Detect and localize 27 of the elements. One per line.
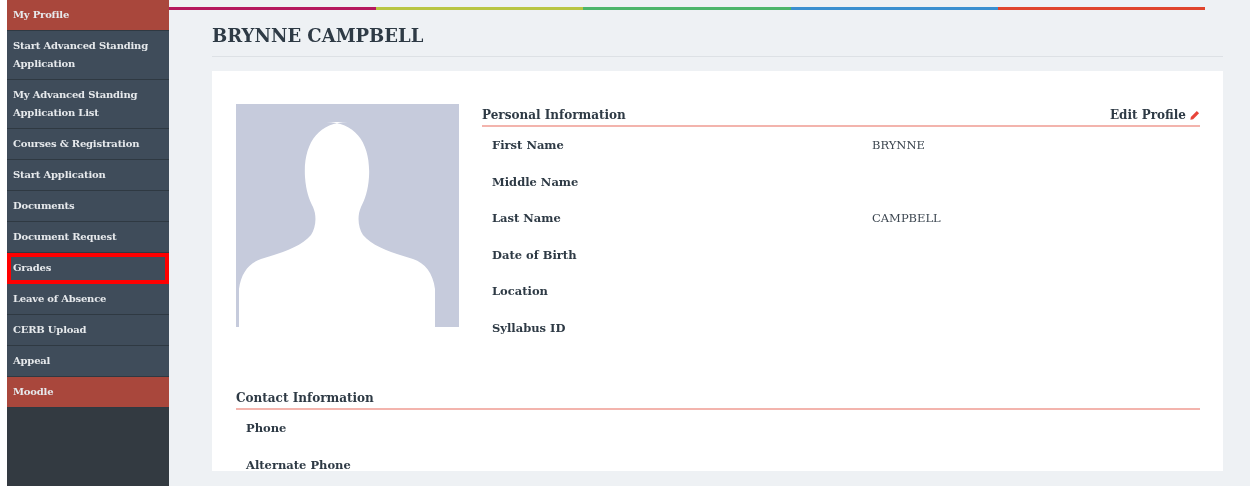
- sidebar-item[interactable]: Start Application: [7, 160, 169, 191]
- edit-profile-link[interactable]: Edit Profile: [1109, 108, 1200, 122]
- field-label: First Name: [492, 138, 565, 153]
- field-label: Last Name: [492, 211, 562, 226]
- field-value: BRYNNE: [872, 138, 925, 153]
- sidebar-item[interactable]: CERB Upload: [7, 315, 169, 346]
- sidebar-item[interactable]: Appeal: [7, 346, 169, 377]
- sidebar-item[interactable]: My Advanced Standing Application List: [7, 80, 169, 129]
- field-label: Syllabus ID: [492, 320, 567, 335]
- sidebar-item[interactable]: Documents: [7, 191, 169, 222]
- sidebar-item[interactable]: Leave of Absence: [7, 284, 169, 315]
- field-label: Middle Name: [492, 174, 580, 189]
- field-label: Date of Birth: [492, 247, 578, 262]
- field-value: CAMPBELL: [872, 211, 941, 226]
- page-title: BRYNNE CAMPBELL: [212, 10, 1223, 57]
- section-heading: Personal Information: [482, 108, 626, 122]
- sidebar-item[interactable]: Document Request: [7, 222, 169, 253]
- sidebar-item[interactable]: Moodle: [7, 377, 169, 408]
- field-label: Phone: [246, 421, 288, 436]
- sidebar-item[interactable]: Courses & Registration: [7, 129, 169, 160]
- field-label: Location: [492, 284, 549, 299]
- field-label: Alternate Phone: [246, 457, 352, 472]
- section-heading: Contact Information: [236, 391, 374, 405]
- sidebar-item[interactable]: Start Advanced Standing Application: [7, 31, 169, 80]
- pencil-icon: [1189, 109, 1200, 121]
- sidebar-item[interactable]: My Profile: [7, 0, 169, 31]
- sidebar-item[interactable]: Grades: [7, 253, 169, 284]
